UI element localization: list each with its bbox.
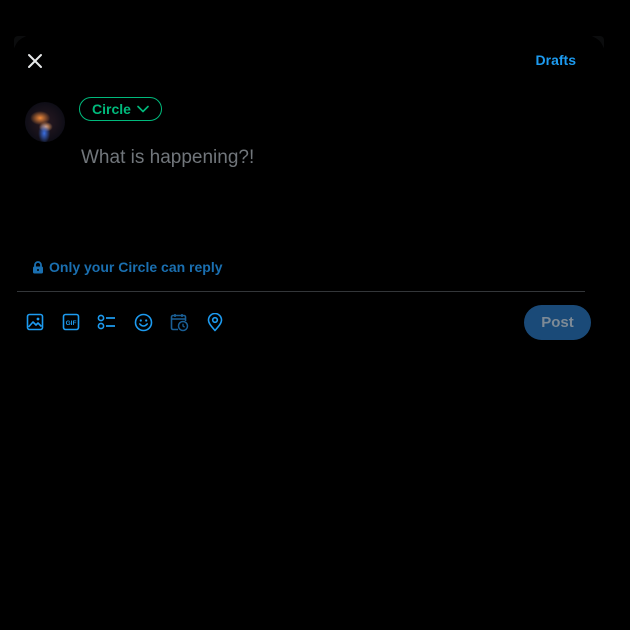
divider <box>17 291 585 292</box>
reply-setting-label: Only your Circle can reply <box>49 259 223 275</box>
add-location-button[interactable] <box>205 310 225 334</box>
close-icon <box>28 54 42 68</box>
emoji-icon <box>134 313 152 331</box>
image-icon <box>26 313 44 331</box>
avatar[interactable] <box>25 102 65 142</box>
add-emoji-button[interactable] <box>133 310 153 334</box>
gif-icon: GIF <box>62 313 80 331</box>
chevron-down-icon <box>137 105 149 113</box>
location-icon <box>207 312 223 331</box>
schedule-post-button[interactable] <box>169 310 189 334</box>
svg-text:GIF: GIF <box>66 320 77 327</box>
add-media-button[interactable] <box>25 310 45 334</box>
audience-selector[interactable]: Circle <box>79 97 162 121</box>
close-button[interactable] <box>22 48 48 74</box>
drafts-button[interactable]: Drafts <box>536 52 576 68</box>
lock-icon <box>33 260 43 273</box>
post-button[interactable]: Post <box>524 305 591 340</box>
post-text-input[interactable] <box>79 145 583 239</box>
add-gif-button[interactable]: GIF <box>61 310 81 334</box>
compose-toolbar: GIF <box>25 310 225 334</box>
add-poll-button[interactable] <box>97 310 117 334</box>
poll-icon <box>97 314 115 330</box>
schedule-icon <box>170 313 188 331</box>
audience-label: Circle <box>92 101 131 117</box>
reply-setting-button[interactable]: Only your Circle can reply <box>32 259 223 275</box>
